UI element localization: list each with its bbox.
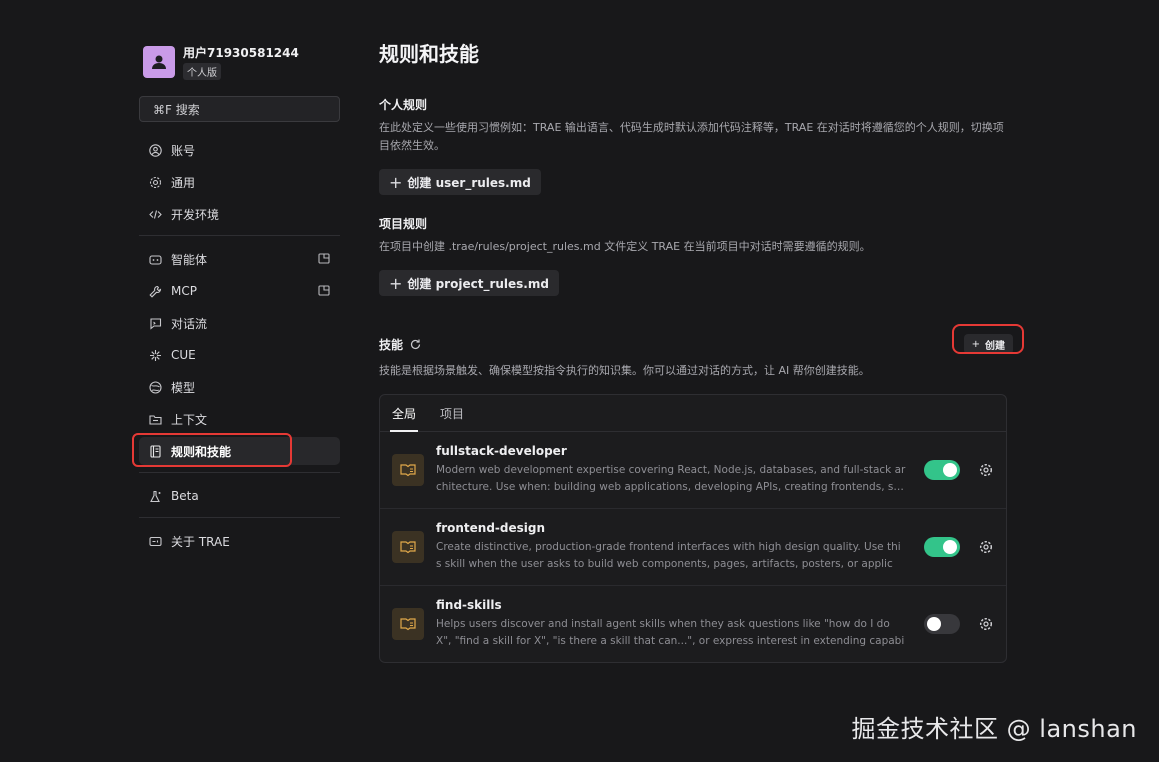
divider xyxy=(139,235,340,236)
user-profile[interactable]: 用户71930581244 个人版 xyxy=(139,40,340,84)
folder-icon xyxy=(148,412,162,426)
external-link-icon[interactable] xyxy=(318,284,330,299)
plus-icon: + xyxy=(389,273,403,293)
spark-icon xyxy=(148,348,162,362)
skill-desc: Create distinctive, production-grade fro… xyxy=(436,541,901,570)
highlight-annotation xyxy=(952,324,1024,354)
globe-icon xyxy=(148,380,162,394)
sidebar-item-label: 上下文 xyxy=(171,412,208,427)
skill-name: frontend-design xyxy=(436,521,546,535)
sidebar-item-context[interactable]: 上下文 xyxy=(139,405,340,433)
skill-toggle[interactable] xyxy=(924,614,960,634)
wrench-icon xyxy=(148,284,162,298)
code-icon xyxy=(148,207,162,221)
skills-panel: 全局 项目 fullstack-developer Modern web dev… xyxy=(379,394,1007,663)
toggle-knob xyxy=(927,617,941,631)
sidebar-item-rules-skills[interactable]: 规则和技能 xyxy=(132,433,340,467)
sidebar-item-beta[interactable]: Beta xyxy=(139,482,340,510)
person-icon xyxy=(152,55,166,69)
personal-rules-desc: 在此处定义一些使用习惯例如：TRAE 输出语言、代码生成时默认添加代码注释等，T… xyxy=(379,121,1004,152)
sidebar-item-label: MCP xyxy=(171,284,197,298)
avatar xyxy=(143,46,175,78)
book-icon xyxy=(392,531,424,563)
sidebar-item-label: Beta xyxy=(171,489,199,503)
book-icon xyxy=(392,454,424,486)
divider xyxy=(139,517,340,518)
highlight-annotation xyxy=(132,433,292,467)
skills-title: 技能 xyxy=(379,337,404,352)
main-content: 规则和技能 个人规则 在此处定义一些使用习惯例如：TRAE 输出语言、代码生成时… xyxy=(379,40,1024,663)
tab-project[interactable]: 项目 xyxy=(440,395,464,431)
skill-row: fullstack-developer Modern web developme… xyxy=(380,432,1006,509)
skill-row: frontend-design Create distinctive, prod… xyxy=(380,509,1006,586)
user-name: 用户71930581244 xyxy=(183,45,299,60)
skill-toggle[interactable] xyxy=(924,460,960,480)
tab-global[interactable]: 全局 xyxy=(389,395,419,432)
book-icon xyxy=(392,608,424,640)
project-rules-desc: 在项目中创建 .trae/rules/project_rules.md 文件定义… xyxy=(379,240,871,253)
settings-sidebar: 用户71930581244 个人版 ⌘F 搜索 账号 通用 开发环境 智能体 M… xyxy=(132,40,340,559)
sidebar-item-mcp[interactable]: MCP xyxy=(139,277,340,305)
gear-icon[interactable] xyxy=(978,539,994,555)
sidebar-item-label: 对话流 xyxy=(171,316,208,331)
external-link-icon[interactable] xyxy=(318,252,330,267)
sidebar-item-label: 智能体 xyxy=(171,252,208,267)
chat-icon xyxy=(148,316,162,330)
skill-desc: Helps users discover and install agent s… xyxy=(436,618,905,647)
skill-toggle[interactable] xyxy=(924,537,960,557)
search-input[interactable]: ⌘F 搜索 xyxy=(139,96,340,122)
skill-desc: Modern web development expertise coverin… xyxy=(436,464,906,493)
gear-icon[interactable] xyxy=(978,616,994,632)
sidebar-item-dev-env[interactable]: 开发环境 xyxy=(139,200,340,228)
sidebar-item-models[interactable]: 模型 xyxy=(139,373,340,401)
gear-icon[interactable] xyxy=(978,462,994,478)
personal-rules-title: 个人规则 xyxy=(379,98,428,112)
skill-name: fullstack-developer xyxy=(436,444,567,458)
agent-icon xyxy=(148,252,162,266)
refresh-icon[interactable] xyxy=(409,338,422,351)
sidebar-item-agents[interactable]: 智能体 xyxy=(139,245,340,273)
sidebar-item-label: 通用 xyxy=(171,175,196,190)
skills-desc: 技能是根据场景触发、确保模型按指令执行的知识集。你可以通过对话的方式，让 AI … xyxy=(379,364,870,377)
divider xyxy=(139,472,340,473)
sidebar-item-chatflow[interactable]: 对话流 xyxy=(139,309,340,337)
sidebar-item-label: 账号 xyxy=(171,143,196,158)
skill-row: find-skills Helps users discover and ins… xyxy=(380,586,1006,662)
plan-badge: 个人版 xyxy=(183,62,221,80)
skills-tabs: 全局 项目 xyxy=(380,395,1006,432)
toggle-knob xyxy=(943,463,957,477)
flask-icon xyxy=(148,489,162,503)
create-project-rules-button[interactable]: + 创建 project_rules.md xyxy=(379,270,559,296)
sidebar-nav: 账号 通用 开发环境 智能体 MCP 对话流 CUE 模型 上下文 规则和技能 … xyxy=(132,136,340,555)
sidebar-item-label: CUE xyxy=(171,348,196,362)
search-label: ⌘F 搜索 xyxy=(153,102,200,117)
sidebar-item-label: 模型 xyxy=(171,380,196,395)
button-label: 创建 project_rules.md xyxy=(407,276,549,291)
skills-header: 技能 + 创建 xyxy=(379,324,1024,354)
sidebar-item-label: 开发环境 xyxy=(171,207,220,222)
button-label: 创建 user_rules.md xyxy=(407,175,531,190)
sidebar-item-about[interactable]: 关于 TRAE xyxy=(139,527,340,555)
plus-icon: + xyxy=(389,172,403,192)
create-user-rules-button[interactable]: + 创建 user_rules.md xyxy=(379,169,541,195)
info-box-icon xyxy=(148,534,162,548)
project-rules-title: 项目规则 xyxy=(379,217,428,231)
sidebar-item-account[interactable]: 账号 xyxy=(139,136,340,164)
gear-icon xyxy=(148,175,162,189)
user-circle-icon xyxy=(148,143,162,157)
page-title: 规则和技能 xyxy=(379,42,479,66)
sidebar-item-cue[interactable]: CUE xyxy=(139,341,340,369)
sidebar-item-label: 关于 TRAE xyxy=(171,534,230,549)
sidebar-item-general[interactable]: 通用 xyxy=(139,168,340,196)
watermark: 掘金技术社区 @ lanshan xyxy=(851,715,1137,743)
toggle-knob xyxy=(943,540,957,554)
skill-name: find-skills xyxy=(436,598,502,612)
